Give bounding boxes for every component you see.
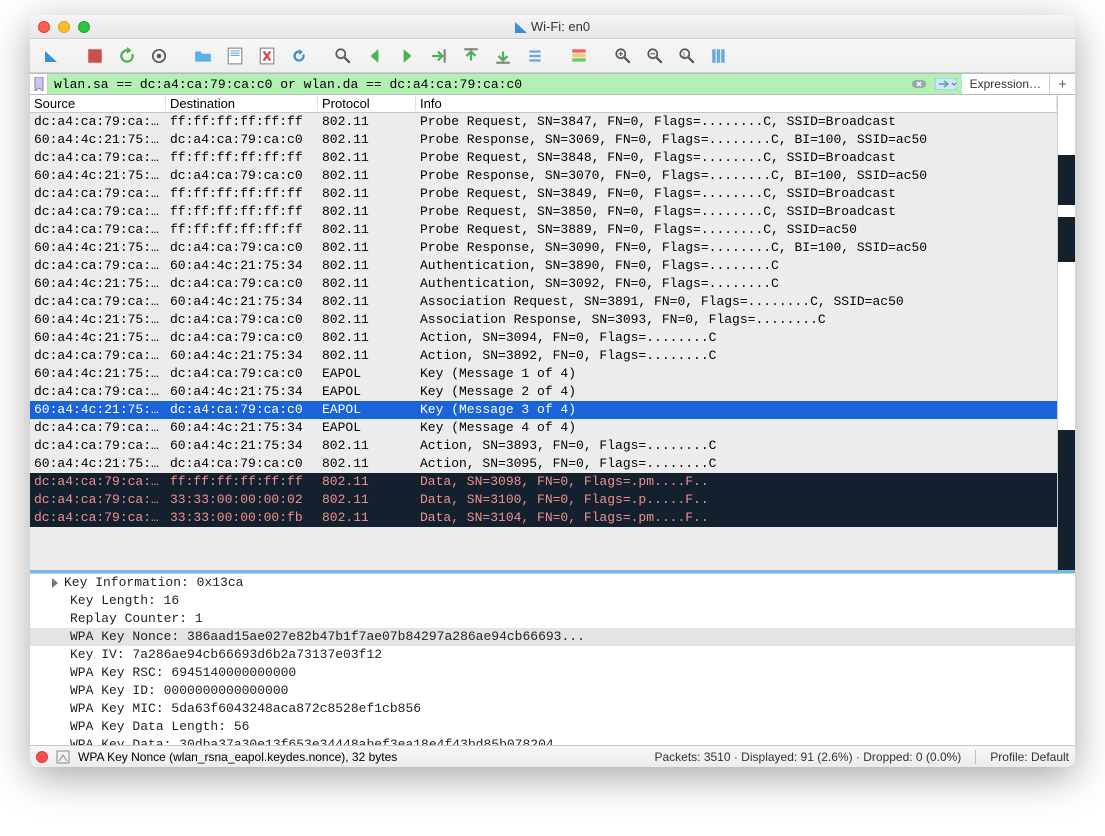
restart-button[interactable] [112, 43, 142, 69]
zoom-in-button[interactable] [608, 43, 638, 69]
detail-row[interactable]: WPA Key ID: 0000000000000000 [30, 682, 1075, 700]
table-row[interactable]: dc:a4:ca:79:ca:…ff:ff:ff:ff:ff:ff802.11P… [30, 113, 1057, 131]
expand-arrow-icon[interactable] [52, 578, 58, 588]
detail-row[interactable]: WPA Key Data Length: 56 [30, 718, 1075, 736]
packet-details-pane[interactable]: Key Information: 0x13caKey Length: 16Rep… [30, 573, 1075, 745]
status-packets: Packets: 3510 · Displayed: 91 (2.6%) · D… [654, 750, 961, 764]
filter-bookmark-icon[interactable] [30, 74, 48, 94]
status-divider [975, 750, 976, 764]
detail-row[interactable]: WPA Key MIC: 5da63f6043248aca872c8528ef1… [30, 700, 1075, 718]
capture-status-icon[interactable] [36, 751, 48, 763]
header-destination[interactable]: Destination [166, 96, 318, 111]
table-row[interactable]: dc:a4:ca:79:ca:…60:a4:4c:21:75:34EAPOLKe… [30, 419, 1057, 437]
find-button[interactable] [328, 43, 358, 69]
header-protocol[interactable]: Protocol [318, 96, 416, 111]
table-row[interactable]: 60:a4:4c:21:75:…dc:a4:ca:79:ca:c0EAPOLKe… [30, 365, 1057, 383]
open-file-button[interactable] [188, 43, 218, 69]
expert-info-icon[interactable] [56, 750, 70, 764]
packet-minimap[interactable] [1057, 95, 1075, 570]
goto-packet-button[interactable] [424, 43, 454, 69]
detail-row[interactable]: Key IV: 7a286ae94cb66693d6b2a73137e03f12 [30, 646, 1075, 664]
table-row[interactable]: 60:a4:4c:21:75:…dc:a4:ca:79:ca:c0802.11P… [30, 239, 1057, 257]
app-window: Wi-Fi: en0 1 [30, 15, 1075, 767]
detail-row[interactable]: Replay Counter: 1 [30, 610, 1075, 628]
packet-list-header[interactable]: Source Destination Protocol Info [30, 95, 1057, 113]
save-button[interactable] [220, 43, 250, 69]
filter-clear-button[interactable] [908, 74, 930, 94]
close-file-button[interactable] [252, 43, 282, 69]
display-filter-bar: Expression… + [30, 73, 1075, 95]
table-row[interactable]: 60:a4:4c:21:75:…dc:a4:ca:79:ca:c0802.11P… [30, 131, 1057, 149]
table-row[interactable]: dc:a4:ca:79:ca:…60:a4:4c:21:75:34EAPOLKe… [30, 383, 1057, 401]
table-row[interactable]: dc:a4:ca:79:ca:…ff:ff:ff:ff:ff:ff802.11P… [30, 149, 1057, 167]
table-row[interactable]: 60:a4:4c:21:75:…dc:a4:ca:79:ca:c0EAPOLKe… [30, 401, 1057, 419]
display-filter-input[interactable] [48, 74, 908, 94]
header-source[interactable]: Source [30, 96, 166, 111]
table-row[interactable]: 60:a4:4c:21:75:…dc:a4:ca:79:ca:c0802.11A… [30, 329, 1057, 347]
table-row[interactable]: dc:a4:ca:79:ca:…60:a4:4c:21:75:34802.11A… [30, 293, 1057, 311]
table-row[interactable]: dc:a4:ca:79:ca:…ff:ff:ff:ff:ff:ff802.11P… [30, 185, 1057, 203]
options-button[interactable] [144, 43, 174, 69]
table-row[interactable]: dc:a4:ca:79:ca:…33:33:00:00:00:fb802.11D… [30, 509, 1057, 527]
table-row[interactable]: dc:a4:ca:79:ca:…60:a4:4c:21:75:34802.11A… [30, 347, 1057, 365]
detail-row[interactable]: WPA Key Nonce: 386aad15ae027e82b47b1f7ae… [30, 628, 1075, 646]
table-row[interactable]: 60:a4:4c:21:75:…dc:a4:ca:79:ca:c0802.11A… [30, 311, 1057, 329]
next-button[interactable] [392, 43, 422, 69]
table-row[interactable]: 60:a4:4c:21:75:…dc:a4:ca:79:ca:c0802.11A… [30, 455, 1057, 473]
table-row[interactable]: dc:a4:ca:79:ca:…60:a4:4c:21:75:34802.11A… [30, 257, 1057, 275]
wireshark-logo-icon[interactable] [36, 43, 66, 69]
table-row[interactable]: 60:a4:4c:21:75:…dc:a4:ca:79:ca:c0802.11P… [30, 167, 1057, 185]
window-title: Wi-Fi: en0 [531, 19, 590, 34]
go-last-button[interactable] [488, 43, 518, 69]
detail-row[interactable]: Key Length: 16 [30, 592, 1075, 610]
zoom-reset-button[interactable]: 1 [672, 43, 702, 69]
svg-text:1: 1 [682, 51, 686, 58]
wireshark-fin-icon [515, 22, 527, 33]
table-row[interactable]: dc:a4:ca:79:ca:…33:33:00:00:00:02802.11D… [30, 491, 1057, 509]
main-toolbar: 1 [30, 39, 1075, 73]
prev-button[interactable] [360, 43, 390, 69]
filter-apply-dropdown[interactable] [930, 74, 962, 94]
zoom-out-button[interactable] [640, 43, 670, 69]
resize-columns-button[interactable] [704, 43, 734, 69]
table-row[interactable]: 60:a4:4c:21:75:…dc:a4:ca:79:ca:c0802.11A… [30, 275, 1057, 293]
stop-button[interactable] [80, 43, 110, 69]
go-first-button[interactable] [456, 43, 486, 69]
titlebar: Wi-Fi: en0 [30, 15, 1075, 39]
coloring-button[interactable] [564, 43, 594, 69]
status-field: WPA Key Nonce (wlan_rsna_eapol.keydes.no… [78, 750, 397, 764]
packet-list-pane: Source Destination Protocol Info dc:a4:c… [30, 95, 1075, 573]
detail-row[interactable]: WPA Key RSC: 6945140000000000 [30, 664, 1075, 682]
table-row[interactable]: dc:a4:ca:79:ca:…ff:ff:ff:ff:ff:ff802.11P… [30, 203, 1057, 221]
header-info[interactable]: Info [416, 96, 1057, 111]
expression-button[interactable]: Expression… [970, 77, 1041, 91]
table-row[interactable]: dc:a4:ca:79:ca:…60:a4:4c:21:75:34802.11A… [30, 437, 1057, 455]
detail-row[interactable]: Key Information: 0x13ca [30, 574, 1075, 592]
table-row[interactable]: dc:a4:ca:79:ca:…ff:ff:ff:ff:ff:ff802.11P… [30, 221, 1057, 239]
table-row[interactable]: dc:a4:ca:79:ca:…ff:ff:ff:ff:ff:ff802.11D… [30, 473, 1057, 491]
reload-button[interactable] [284, 43, 314, 69]
detail-row[interactable]: WPA Key Data: 30dba37a30e13f653e34448abe… [30, 736, 1075, 745]
status-bar: WPA Key Nonce (wlan_rsna_eapol.keydes.no… [30, 745, 1075, 767]
status-profile[interactable]: Profile: Default [990, 750, 1069, 764]
add-filter-button[interactable]: + [1049, 74, 1067, 94]
autoscroll-button[interactable] [520, 43, 550, 69]
